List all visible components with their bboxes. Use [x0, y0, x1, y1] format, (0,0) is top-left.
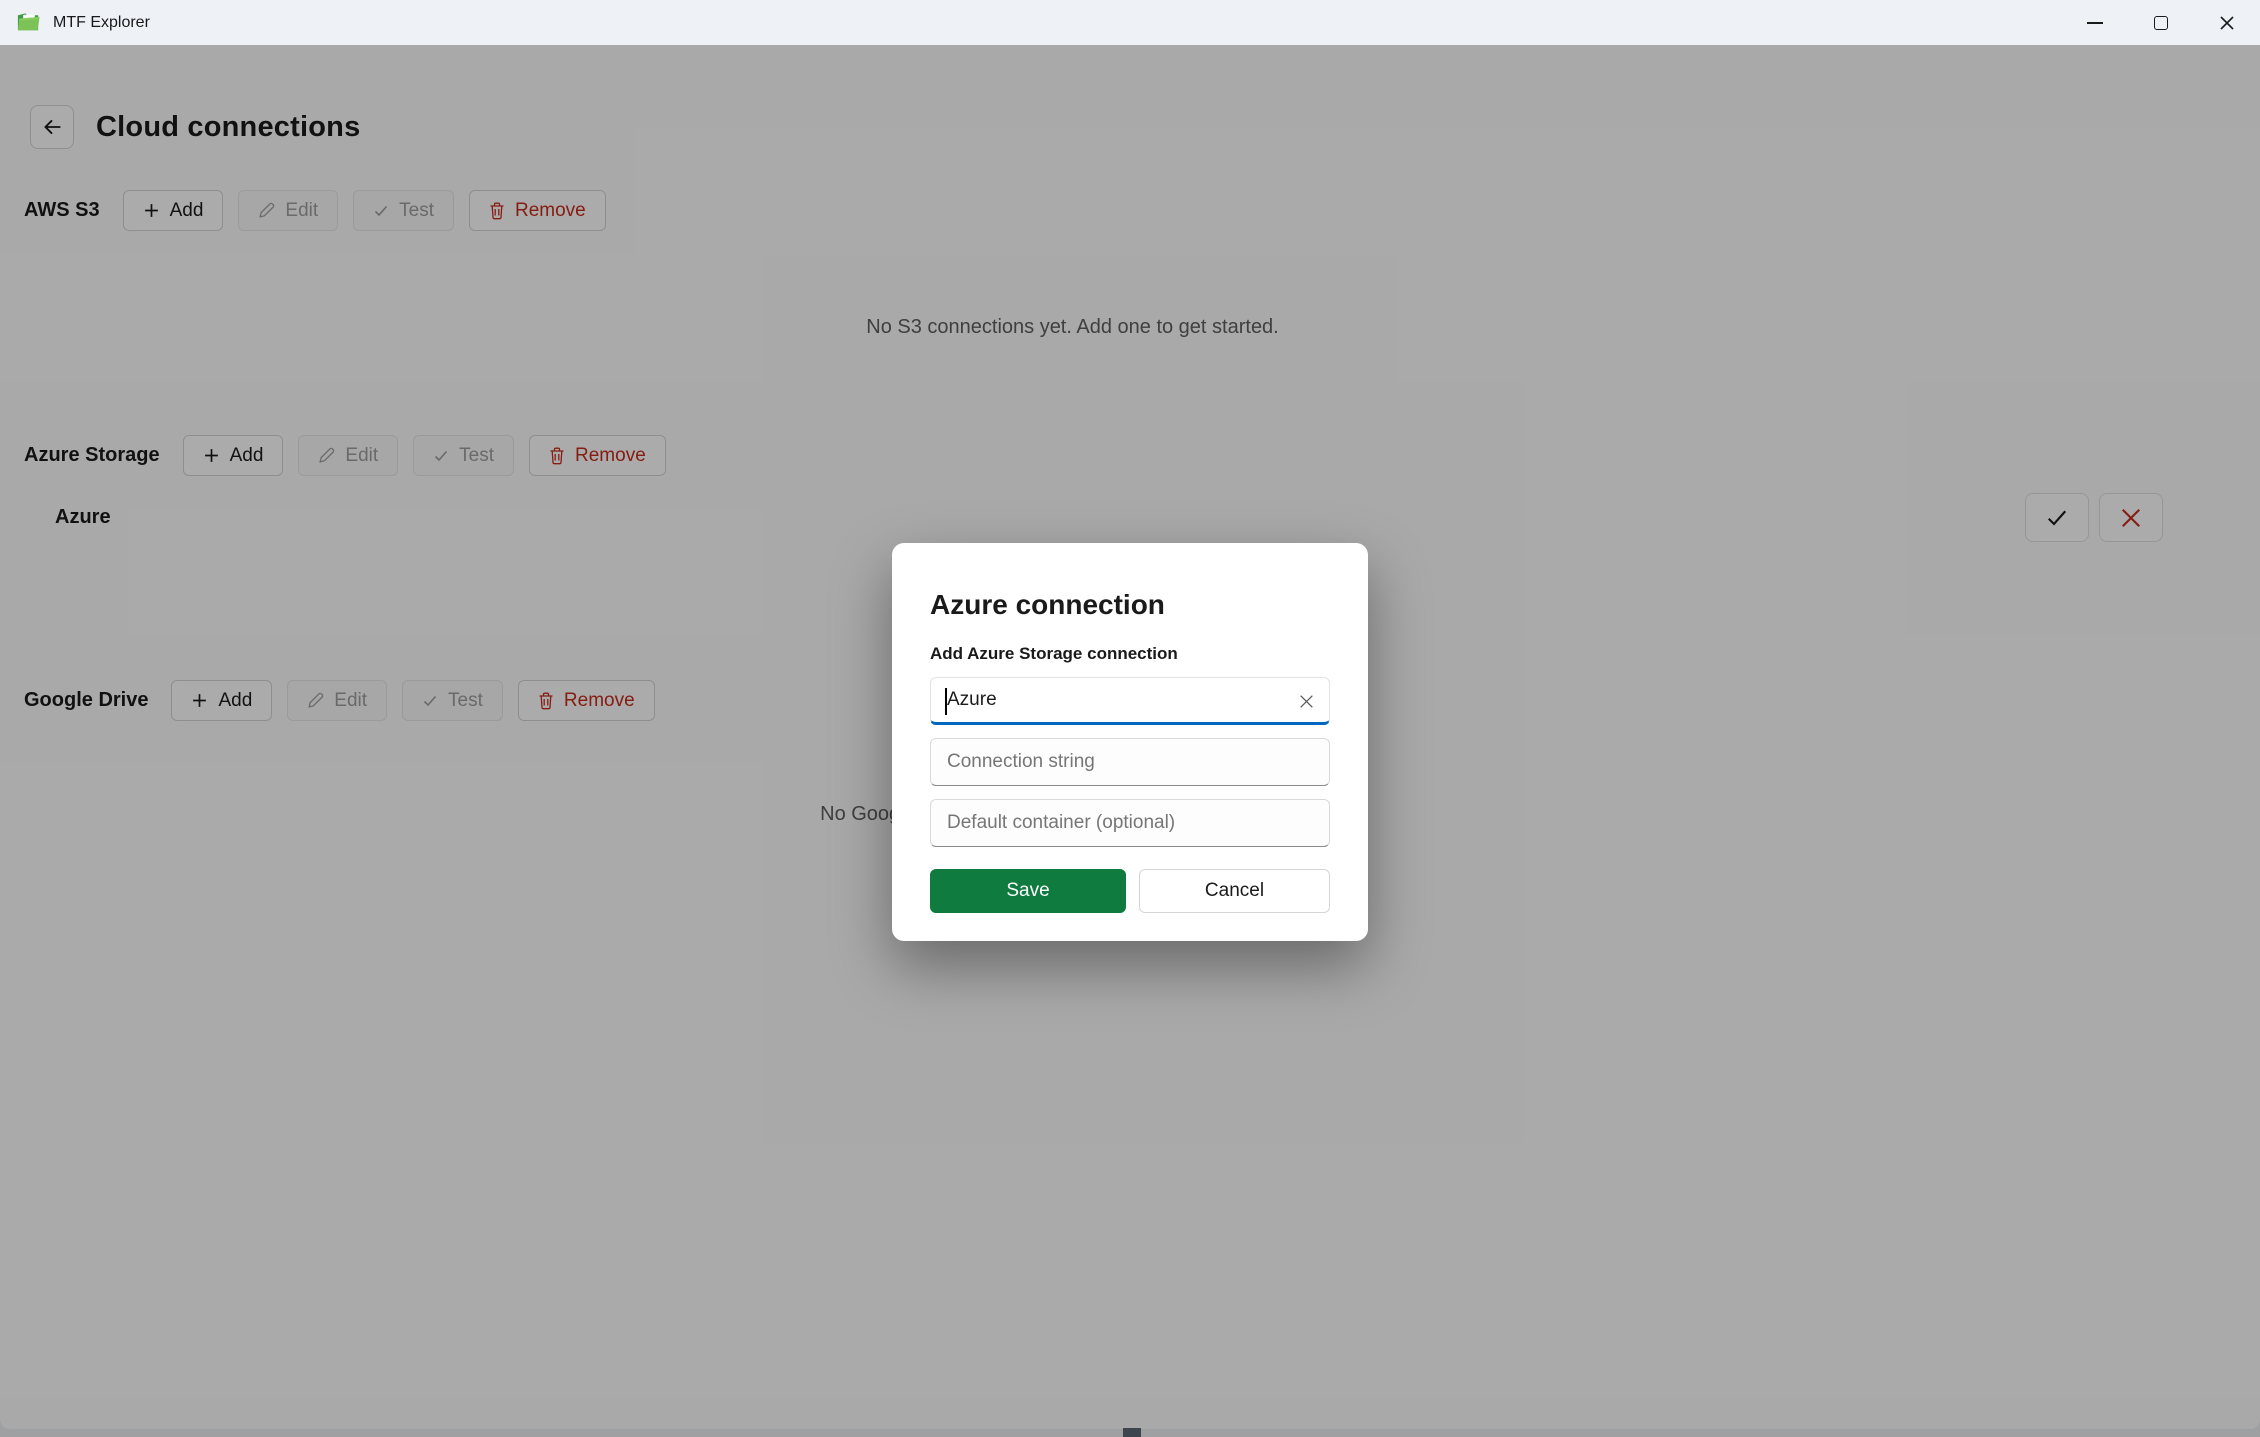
app-title: MTF Explorer: [53, 14, 150, 32]
default-container-field-wrap: [930, 799, 1330, 847]
minimize-icon[interactable]: [2062, 0, 2128, 45]
close-icon[interactable]: [2194, 0, 2260, 45]
titlebar: MTF Explorer: [0, 0, 2260, 45]
text-caret: [945, 688, 947, 715]
connection-string-field-wrap: [930, 738, 1330, 786]
dialog-buttons: Save Cancel: [930, 869, 1330, 913]
dialog-subtitle: Add Azure Storage connection: [930, 644, 1330, 664]
maximize-icon[interactable]: [2128, 0, 2194, 45]
connection-name-input[interactable]: [930, 677, 1330, 725]
window-controls: [2062, 0, 2260, 45]
cancel-button[interactable]: Cancel: [1139, 869, 1330, 913]
clear-input-icon[interactable]: [1295, 690, 1317, 712]
dialog-title: Azure connection: [930, 543, 1330, 621]
connection-name-field-wrap: [930, 677, 1330, 725]
default-container-input[interactable]: [930, 799, 1330, 847]
app-folder-icon: [15, 9, 42, 36]
connection-string-input[interactable]: [930, 738, 1330, 786]
azure-connection-dialog: Azure connection Add Azure Storage conne…: [892, 543, 1368, 941]
save-button[interactable]: Save: [930, 869, 1126, 913]
